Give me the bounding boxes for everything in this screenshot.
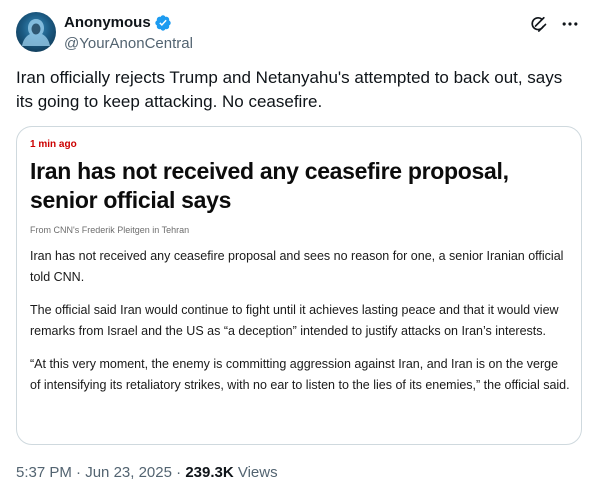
display-name[interactable]: Anonymous xyxy=(64,13,151,33)
hooded-figure-avatar-icon xyxy=(22,19,50,46)
views-count: 239.3K xyxy=(185,464,234,481)
author-info: Anonymous @YourAnonCentral xyxy=(64,13,193,54)
views-label: Views xyxy=(233,464,278,481)
tweet-date[interactable]: Jun 23, 2025 xyxy=(85,464,172,481)
article-time-ago: 1 min ago xyxy=(30,139,77,150)
article-paragraph: Iran has not received any ceasefire prop… xyxy=(30,249,564,284)
handle[interactable]: @YourAnonCentral xyxy=(64,34,193,54)
tweet-time[interactable]: 5:37 PM xyxy=(16,464,72,481)
article-paragraph: “At this very moment, the enemy is commi… xyxy=(30,357,570,392)
article-paragraph: The official said Iran would continue to… xyxy=(30,303,559,338)
tweet-header: Anonymous @YourAnonCentral xyxy=(16,12,582,56)
tweet-text: Iran officially rejects Trump and Netany… xyxy=(16,68,563,111)
meta-separator: · xyxy=(171,464,186,481)
more-icon[interactable] xyxy=(560,14,580,34)
article-screenshot: 1 min ago Iran has not received any ceas… xyxy=(30,138,570,396)
article-image-card[interactable]: 1 min ago Iran has not received any ceas… xyxy=(16,126,582,445)
grok-icon[interactable] xyxy=(528,14,548,34)
tweet-actions-top xyxy=(528,14,580,34)
tweet-meta: 5:37 PM · Jun 23, 2025 · 239.3K Views xyxy=(16,463,278,483)
meta-separator: · xyxy=(71,464,86,481)
article-headline: Iran has not received any ceasefire prop… xyxy=(30,158,509,213)
article-byline: From CNN's Frederik Pleitgen in Tehran xyxy=(30,225,190,235)
verified-badge-icon xyxy=(154,14,172,32)
avatar[interactable] xyxy=(16,12,56,52)
